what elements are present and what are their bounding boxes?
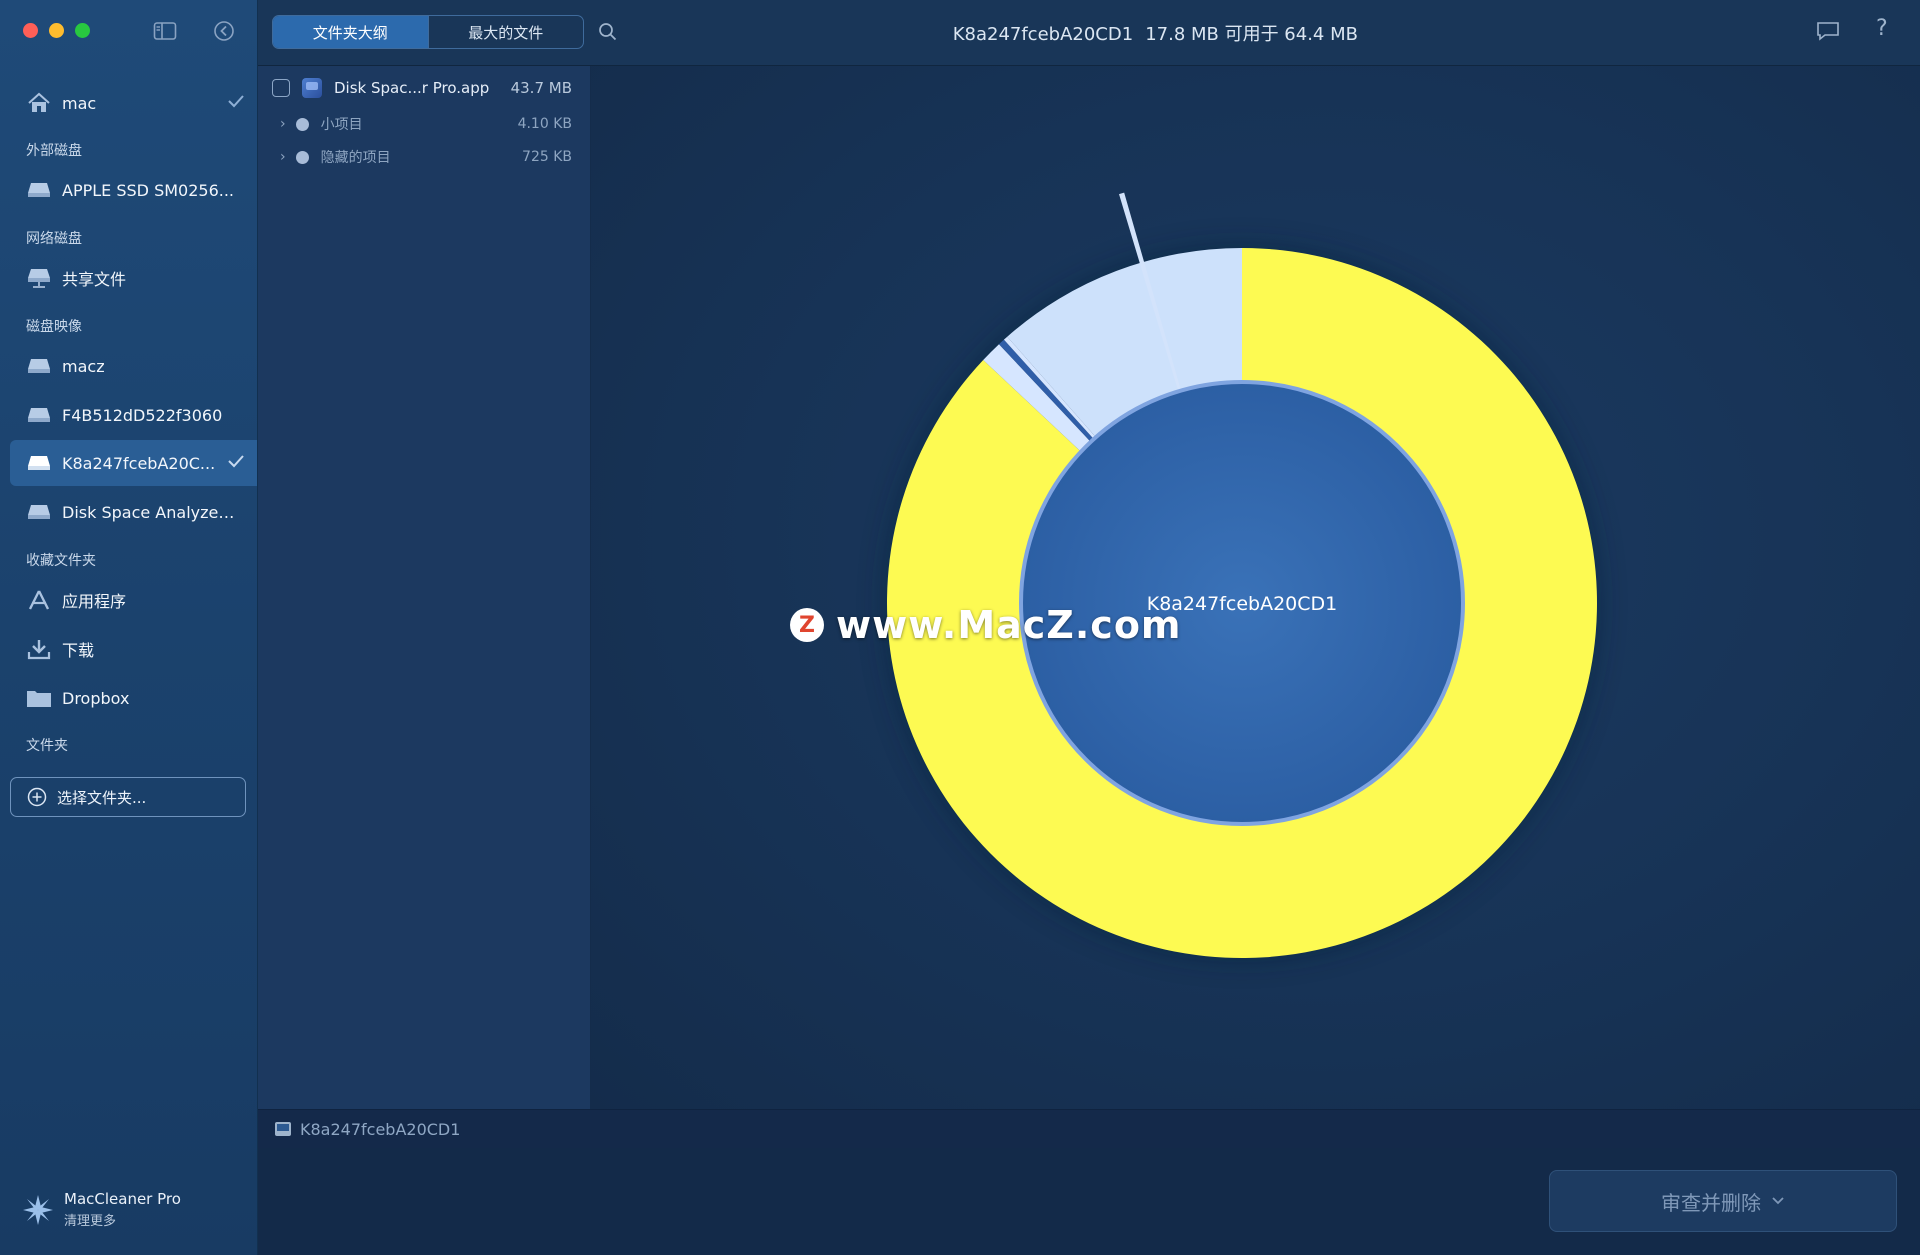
sidebar-item-dropbox[interactable]: Dropbox: [10, 675, 257, 721]
section-network-disks: 网络磁盘: [26, 231, 82, 247]
choose-folder-button[interactable]: 选择文件夹...: [10, 777, 246, 817]
maccleaner-promo[interactable]: MacCleaner Pro 清理更多: [22, 1190, 181, 1229]
brand-subtitle: 清理更多: [64, 1214, 117, 1229]
download-icon: [26, 638, 52, 660]
path-bar: K8a247fcebA20CD1: [258, 1109, 1920, 1149]
disk-name: K8a247fcebA20CD1: [952, 24, 1134, 45]
file-name: Disk Spac...r Pro.app: [334, 79, 490, 97]
network-drive-icon: [26, 267, 52, 289]
chevron-down-icon: [1772, 1197, 1784, 1205]
choose-folder-label: 选择文件夹...: [57, 788, 147, 807]
review-and-delete-label: 审查并删除: [1661, 1190, 1761, 1215]
sidebar-item-label: macz: [62, 356, 105, 376]
folder-icon: [26, 687, 52, 709]
section-folders: 文件夹: [26, 738, 68, 754]
sidebar-item-label: Disk Space Analyzer...: [62, 502, 238, 522]
sidebar-item-disk-space-analyzer[interactable]: Disk Space Analyzer...: [10, 489, 257, 535]
plus-circle-icon: [27, 787, 47, 807]
file-name: 小项目: [320, 117, 363, 133]
window-title: K8a247fcebA20CD1 17.8 MB 可用于 64.4 MB: [258, 20, 1358, 46]
drive-icon: [26, 452, 52, 474]
checkmark-icon: [228, 95, 244, 108]
watermark-text: www.MacZ.com: [836, 603, 1182, 647]
applications-icon: [26, 589, 52, 611]
zoom-window-button[interactable]: [75, 23, 90, 38]
brand-name: MacCleaner Pro: [64, 1190, 181, 1208]
drive-icon: [26, 404, 52, 426]
disk-usage-info: 17.8 MB 可用于 64.4 MB: [1145, 24, 1358, 45]
section-external-disks: 外部磁盘: [26, 143, 82, 159]
sidebar-item-macz[interactable]: macz: [10, 343, 257, 389]
checkmark-icon: [228, 455, 244, 468]
section-favorites: 收藏文件夹: [26, 553, 96, 569]
minimize-window-button[interactable]: [49, 23, 64, 38]
sidebar-item-label: Dropbox: [62, 688, 130, 708]
sidebar-item-label: 下载: [62, 641, 95, 660]
sidebar-item-label: APPLE SSD SM0256...: [62, 180, 235, 200]
file-row[interactable]: › 隐藏的项目 725 KB: [258, 141, 590, 173]
watermark: Z www.MacZ.com: [790, 603, 1182, 647]
feedback-icon[interactable]: [1816, 20, 1840, 42]
disk-icon: [275, 1122, 291, 1136]
sidebar-item-mac[interactable]: mac: [10, 80, 257, 126]
toolbar: 文件夹大纲 最大的文件 K8a247fcebA20CD1 17.8 MB 可用于 …: [258, 0, 1920, 66]
file-name: 隐藏的项目: [320, 150, 391, 166]
app-icon: [302, 78, 322, 98]
file-size: 43.7 MB: [510, 79, 572, 97]
sidebar-item-downloads[interactable]: 下载: [10, 626, 257, 672]
file-list: Disk Spac...r Pro.app 43.7 MB › 小项目 4.10…: [258, 66, 591, 1109]
close-window-button[interactable]: [23, 23, 38, 38]
sidebar-item-f4b512[interactable]: F4B512dD522f3060: [10, 392, 257, 438]
bottom-bar: 审查并删除: [258, 1148, 1920, 1255]
chevron-right-icon[interactable]: ›: [280, 116, 286, 132]
file-size: 725 KB: [522, 149, 572, 165]
sidebar-item-k8a247[interactable]: K8a247fcebA20C...: [10, 440, 257, 486]
sidebar-item-label: 共享文件: [62, 270, 127, 289]
sidebar-item-shared-files[interactable]: 共享文件: [10, 255, 257, 301]
home-icon: [26, 92, 52, 114]
item-dot-icon: [295, 117, 309, 131]
watermark-logo-icon: Z: [790, 608, 824, 642]
chevron-right-icon[interactable]: ›: [280, 149, 286, 165]
sidebar-item-label: mac: [62, 93, 97, 113]
item-dot-icon: [295, 150, 309, 164]
sidebar-item-label: F4B512dD522f3060: [62, 405, 223, 425]
disk-usage-donut-chart[interactable]: K8a247fcebA20CD1: [591, 66, 1920, 1109]
review-and-delete-button[interactable]: 审查并删除: [1549, 1170, 1897, 1232]
drive-icon: [26, 355, 52, 377]
path-text[interactable]: K8a247fcebA20CD1: [300, 1120, 460, 1139]
sidebar-toggle-icon[interactable]: [153, 20, 177, 42]
sidebar-item-label: K8a247fcebA20C...: [62, 453, 216, 473]
sidebar: mac 外部磁盘 APPLE SSD SM0256... 网络磁盘 共享文件 磁…: [0, 0, 258, 1255]
sidebar-item-label: 应用程序: [62, 592, 127, 611]
back-icon[interactable]: [212, 20, 236, 42]
chart-area: K8a247fcebA20CD1: [591, 66, 1920, 1109]
file-size: 4.10 KB: [517, 116, 572, 132]
select-checkbox[interactable]: [272, 79, 290, 97]
file-row[interactable]: › 小项目 4.10 KB: [258, 108, 590, 140]
maccleaner-logo-icon: [23, 1194, 53, 1225]
help-icon[interactable]: ?: [1876, 16, 1888, 41]
section-disk-images: 磁盘映像: [26, 319, 82, 335]
drive-icon: [26, 179, 52, 201]
watermark-logo-letter: Z: [799, 612, 815, 638]
drive-icon: [26, 501, 52, 523]
file-row[interactable]: Disk Spac...r Pro.app 43.7 MB: [258, 72, 590, 104]
sidebar-item-applications[interactable]: 应用程序: [10, 577, 257, 623]
sidebar-item-apple-ssd[interactable]: APPLE SSD SM0256...: [10, 167, 257, 213]
